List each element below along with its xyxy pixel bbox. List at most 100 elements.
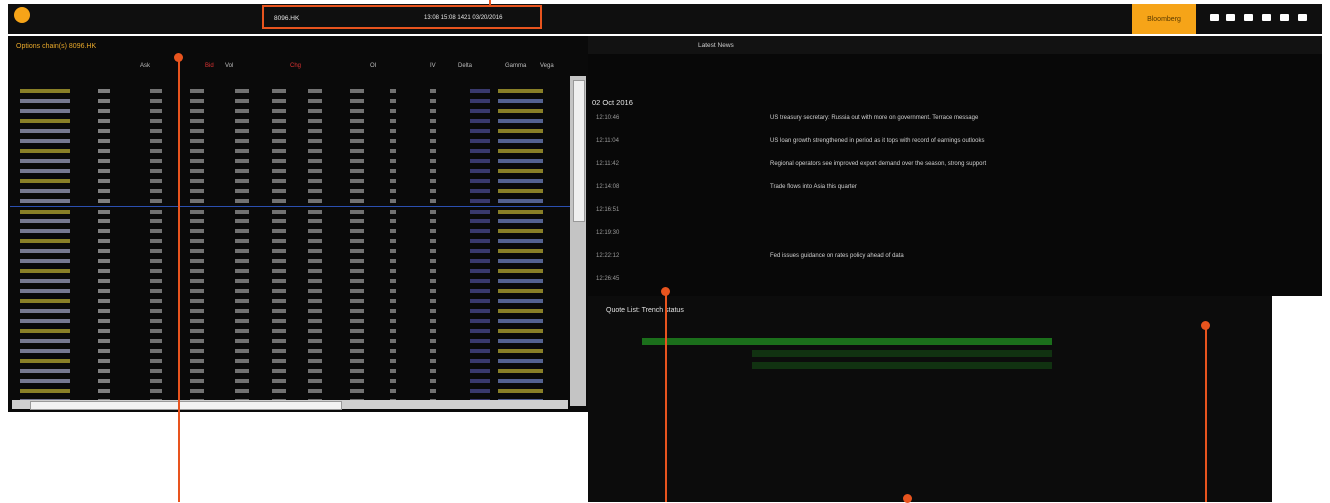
table-cell	[272, 109, 286, 113]
news-item[interactable]: 12:11:42 Regional operators see improved …	[590, 159, 1320, 173]
table-cell	[20, 279, 70, 283]
column-header[interactable]: Bid	[205, 63, 214, 69]
column-header[interactable]: Vega	[540, 63, 554, 69]
column-header[interactable]: Gamma	[505, 63, 526, 69]
table-row[interactable]	[10, 246, 570, 256]
table-cell	[235, 159, 249, 163]
chart-icon[interactable]	[1244, 14, 1253, 21]
table-row[interactable]	[10, 86, 570, 96]
table-row[interactable]	[10, 186, 570, 196]
table-row[interactable]	[10, 356, 570, 366]
table-row[interactable]	[10, 196, 570, 206]
table-row[interactable]	[10, 116, 570, 126]
table-cell	[350, 339, 364, 343]
column-header[interactable]: OI	[370, 63, 376, 69]
column-header[interactable]: Chg	[290, 63, 301, 69]
table-cell	[308, 129, 322, 133]
table-cell	[470, 189, 490, 193]
table-cell	[390, 239, 396, 243]
table-row[interactable]	[10, 296, 570, 306]
quote-row[interactable]	[592, 348, 1272, 358]
table-cell	[470, 359, 490, 363]
list-icon[interactable]	[1226, 14, 1235, 21]
table-cell	[470, 339, 490, 343]
table-cell	[498, 329, 543, 333]
table-cell	[308, 159, 322, 163]
table-cell	[190, 210, 204, 214]
table-cell	[390, 269, 396, 273]
table-row[interactable]	[10, 136, 570, 146]
table-cell	[498, 299, 543, 303]
news-tab[interactable]: Latest News	[698, 42, 734, 49]
table-cell	[350, 359, 364, 363]
table-row[interactable]	[10, 376, 570, 386]
table-cell	[470, 210, 490, 214]
news-item[interactable]: 12:16:51	[590, 205, 1320, 219]
quote-row[interactable]	[592, 336, 1272, 346]
horizontal-scrollbar-thumb[interactable]	[30, 401, 342, 410]
table-row[interactable]	[10, 96, 570, 106]
table-cell	[390, 329, 396, 333]
table-row[interactable]	[10, 166, 570, 176]
news-item[interactable]: 12:10:46 US treasury secretary: Russia ou…	[590, 113, 1320, 127]
table-cell	[498, 339, 543, 343]
bell-icon[interactable]	[1262, 14, 1271, 21]
grid-icon[interactable]	[1210, 14, 1219, 21]
table-row[interactable]	[10, 286, 570, 296]
table-row[interactable]	[10, 366, 570, 376]
news-item[interactable]: 12:26:45	[590, 274, 1320, 288]
table-cell	[235, 349, 249, 353]
table-cell	[470, 279, 490, 283]
table-row[interactable]	[10, 306, 570, 316]
news-headline: US loan growth strengthened in period as…	[770, 138, 985, 144]
table-cell	[470, 259, 490, 263]
news-item[interactable]: 12:11:04 US loan growth strengthened in p…	[590, 136, 1320, 150]
table-row[interactable]	[10, 106, 570, 116]
table-row[interactable]	[10, 346, 570, 356]
quote-row[interactable]	[592, 360, 1272, 370]
vertical-scrollbar-thumb[interactable]	[573, 80, 585, 222]
news-time: 12:22:12	[596, 253, 620, 259]
column-header[interactable]: Delta	[458, 63, 472, 69]
table-cell	[20, 359, 70, 363]
table-row[interactable]	[10, 316, 570, 326]
table-row[interactable]	[10, 126, 570, 136]
table-row[interactable]	[10, 176, 570, 186]
table-row[interactable]	[10, 336, 570, 346]
table-row[interactable]	[10, 146, 570, 156]
callout-dot	[174, 53, 183, 62]
news-item[interactable]: 12:22:12 Fed issues guidance on rates pol…	[590, 251, 1320, 265]
ticker-time: 13:08 15:08 1421 03/20/2016	[424, 15, 503, 21]
news-time: 12:11:42	[596, 161, 619, 167]
table-row[interactable]	[10, 266, 570, 276]
column-header[interactable]: IV	[430, 63, 436, 69]
table-row[interactable]	[10, 386, 570, 396]
bloomberg-button[interactable]: Bloomberg	[1132, 4, 1196, 34]
user-icon[interactable]	[1298, 14, 1307, 21]
table-cell	[308, 109, 322, 113]
table-row[interactable]	[10, 256, 570, 266]
table-cell	[20, 249, 70, 253]
table-cell	[98, 249, 110, 253]
column-header[interactable]: Vol	[225, 63, 233, 69]
table-cell	[272, 99, 286, 103]
table-row[interactable]	[10, 236, 570, 246]
news-item[interactable]: 12:19:30	[590, 228, 1320, 242]
table-cell	[98, 159, 110, 163]
table-cell	[20, 219, 70, 223]
table-row[interactable]	[10, 276, 570, 286]
table-cell	[272, 149, 286, 153]
table-row[interactable]	[10, 326, 570, 336]
table-row[interactable]	[10, 216, 570, 226]
table-row[interactable]	[10, 226, 570, 236]
table-cell	[150, 169, 162, 173]
table-cell	[390, 109, 396, 113]
news-item[interactable]: 12:14:08 Trade flows into Asia this quart…	[590, 182, 1320, 196]
column-header[interactable]: Ask	[140, 63, 150, 69]
callout-dot	[661, 287, 670, 296]
table-cell	[190, 149, 204, 153]
table-cell	[308, 249, 322, 253]
table-cell	[350, 309, 364, 313]
table-row[interactable]	[10, 156, 570, 166]
settings-icon[interactable]	[1280, 14, 1289, 21]
